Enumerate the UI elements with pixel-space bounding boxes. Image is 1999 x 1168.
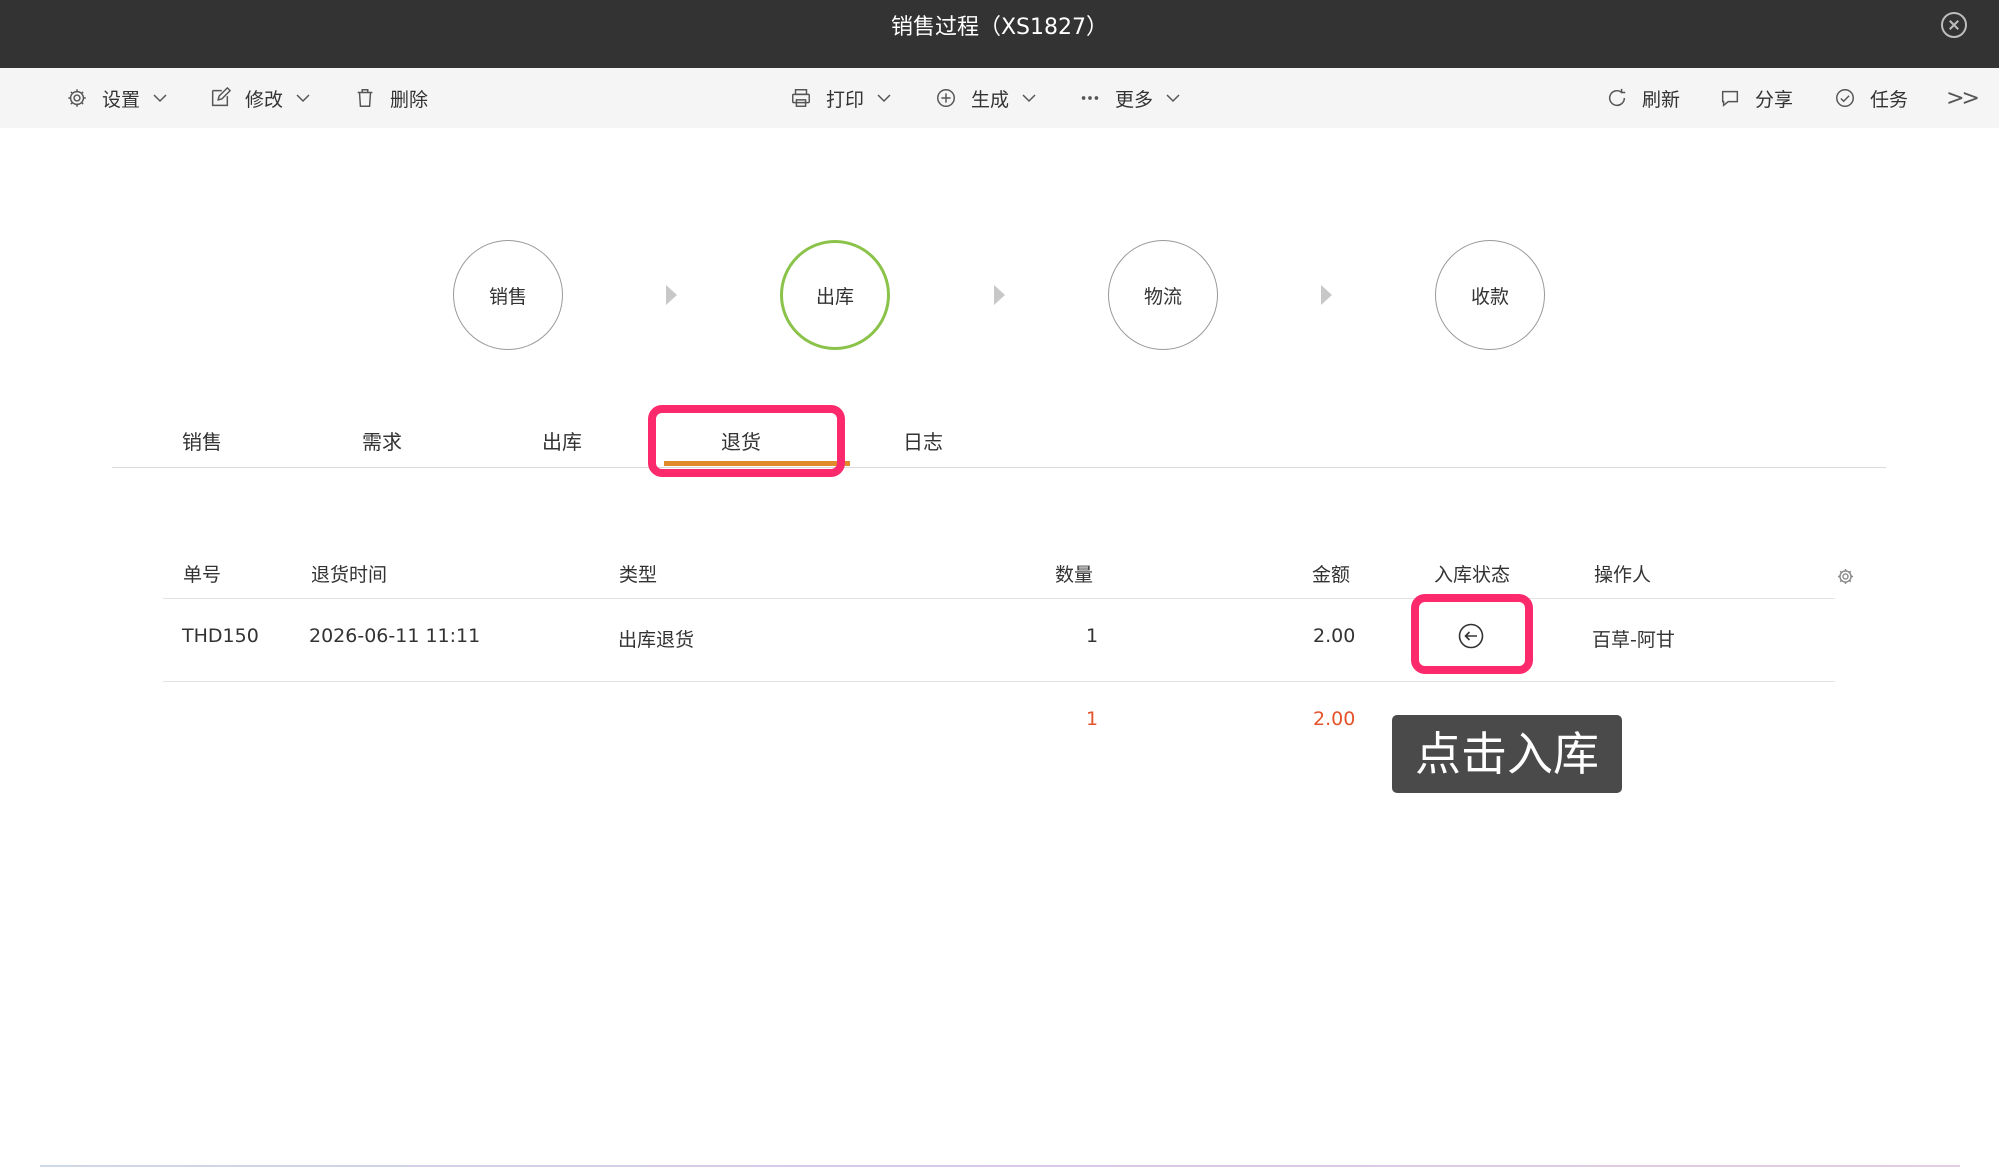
delete-label: 删除 (390, 88, 429, 111)
step-outbound[interactable]: 出库 (780, 240, 890, 350)
cell-type: 出库退货 (618, 629, 695, 651)
edit-icon (211, 87, 231, 107)
plus-circle-icon (937, 89, 955, 107)
table-header-divider (163, 598, 1835, 599)
tab-log[interactable]: 日志 (903, 426, 943, 455)
cell-id[interactable]: THD150 (182, 625, 259, 647)
ellipsis-icon (1081, 96, 1099, 100)
print-button[interactable]: 打印 (790, 68, 892, 128)
column-settings-gear-icon[interactable] (1836, 567, 1855, 586)
share-label: 分享 (1755, 88, 1794, 111)
cell-amount: 2.00 (1313, 625, 1356, 647)
toolbar: 设置 修改 删除 打印 生成 更多 刷新 分享 任务 >> (0, 68, 1999, 128)
chevron-down-icon (877, 94, 891, 103)
tooltip: 点击入库 (1392, 715, 1622, 793)
step-arrow-icon (1321, 285, 1332, 305)
expand-toolbar-button[interactable]: >> (1946, 86, 1980, 111)
step-arrow-icon (994, 285, 1005, 305)
task-button[interactable]: 任务 (1834, 68, 1908, 128)
col-header-return-time: 退货时间 (311, 564, 388, 586)
process-steps: 销售 出库 物流 收款 (0, 240, 1999, 352)
col-header-quantity: 数量 (1055, 564, 1094, 586)
more-button[interactable]: 更多 (1079, 68, 1181, 128)
col-header-id: 单号 (183, 564, 222, 586)
delete-button[interactable]: 删除 (354, 68, 428, 128)
edit-button[interactable]: 修改 (209, 68, 311, 128)
total-quantity: 1 (1086, 708, 1099, 730)
total-amount: 2.00 (1313, 708, 1356, 730)
generate-label: 生成 (971, 88, 1010, 111)
step-arrow-icon (666, 285, 677, 305)
edit-label: 修改 (245, 88, 284, 111)
col-header-stock-status: 入库状态 (1434, 564, 1511, 586)
chevron-down-icon (1022, 94, 1036, 103)
printer-icon (792, 89, 810, 107)
col-header-type: 类型 (619, 564, 658, 586)
step-payment[interactable]: 收款 (1435, 240, 1545, 350)
settings-button[interactable]: 设置 (66, 68, 168, 128)
refresh-button[interactable]: 刷新 (1606, 68, 1680, 128)
refresh-icon (1609, 88, 1626, 107)
chevron-down-icon (1166, 94, 1180, 103)
task-label: 任务 (1870, 88, 1909, 111)
refresh-label: 刷新 (1642, 88, 1681, 111)
status-cell-highlight-box (1411, 594, 1533, 674)
tab-demand[interactable]: 需求 (362, 426, 402, 455)
tab-highlight-box (648, 405, 845, 477)
cell-operator: 百草-阿甘 (1592, 629, 1675, 651)
chevron-down-icon (296, 94, 310, 103)
more-label: 更多 (1115, 88, 1154, 111)
tab-outbound[interactable]: 出库 (542, 426, 582, 455)
cell-quantity: 1 (1086, 625, 1099, 647)
title-bar: 销售过程（XS1827） (0, 0, 1999, 68)
tab-bar: 销售 需求 出库 退货 日志 (112, 400, 1886, 468)
col-header-amount: 金额 (1312, 564, 1351, 586)
gear-icon (68, 89, 86, 107)
chat-bubble-icon (1721, 90, 1739, 107)
close-icon[interactable] (1941, 12, 1967, 38)
print-label: 打印 (826, 88, 865, 111)
step-sales[interactable]: 销售 (453, 240, 563, 350)
bottom-edge (40, 1165, 1960, 1167)
tab-sales[interactable]: 销售 (182, 426, 222, 455)
trash-icon (357, 89, 373, 107)
chevron-down-icon (153, 94, 167, 103)
window-title: 销售过程（XS1827） (890, 15, 1109, 40)
check-circle-icon (1836, 89, 1854, 107)
step-logistics[interactable]: 物流 (1108, 240, 1218, 350)
share-button[interactable]: 分享 (1719, 68, 1793, 128)
generate-button[interactable]: 生成 (935, 68, 1037, 128)
settings-label: 设置 (102, 88, 141, 111)
col-header-operator: 操作人 (1594, 564, 1652, 586)
table-row-divider (163, 681, 1835, 682)
cell-return-time: 2026-06-11 11:11 (309, 625, 481, 647)
